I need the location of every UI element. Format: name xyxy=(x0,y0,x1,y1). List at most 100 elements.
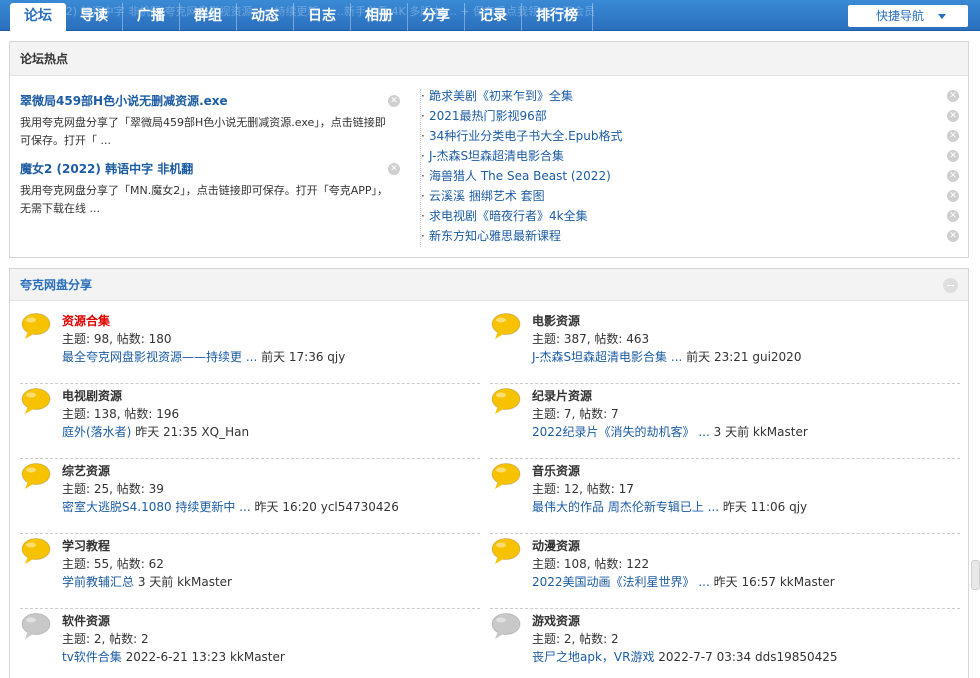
board-bubble-icon xyxy=(20,612,52,640)
hot-featured-item: 魔女2 (2022) 韩语中字 非机翻 我用夸克网盘分享了「MN.魔女2」，点击… xyxy=(20,160,400,218)
last-post-link[interactable]: 2022纪录片《消失的劫机客》 ... xyxy=(532,425,710,439)
board-stats: 主题: 387, 帖数: 463 xyxy=(532,332,650,346)
hot-link-item[interactable]: J-杰森S坦森超清电影合集 ✕ xyxy=(421,146,961,166)
hot-link-text[interactable]: 2021最热门影视96部 xyxy=(429,109,547,123)
board-name[interactable]: 电视剧资源 xyxy=(62,387,122,405)
last-post-meta: 昨天 21:35 XQ_Han xyxy=(131,425,250,439)
forum-hot-panel: 论坛热点 翠微局459部H色小说无删减资源.exe 我用夸克网盘分享了「翠微局4… xyxy=(9,41,969,258)
hot-link-text[interactable]: 求电视剧《暗夜行者》4k全集 xyxy=(429,209,588,223)
tab-broadcast[interactable]: 广播 xyxy=(123,3,180,31)
board-last-post: 最伟大的作品 周杰伦新专辑已上 ... 昨天 11:06 qjy xyxy=(532,498,807,516)
board-name[interactable]: 音乐资源 xyxy=(532,462,580,480)
hot-featured-desc: 我用夸克网盘分享了「MN.魔女2」，点击链接即可保存。打开「夸克APP」，无需下… xyxy=(20,184,389,215)
board-last-post: 庭外(落水者) 昨天 21:35 XQ_Han xyxy=(62,423,249,441)
hot-link-text[interactable]: 海兽猎人 The Sea Beast (2022) xyxy=(429,169,611,183)
hot-link-item[interactable]: 34种行业分类电子书大全.Epub格式 ✕ xyxy=(421,126,961,146)
quick-nav-dropdown[interactable]: 快捷导航 xyxy=(848,5,968,27)
hot-link-text[interactable]: 34种行业分类电子书大全.Epub格式 xyxy=(429,129,623,143)
board-bubble-icon xyxy=(20,462,52,490)
board-name[interactable]: 资源合集 xyxy=(62,312,110,330)
close-icon[interactable]: ✕ xyxy=(947,190,959,202)
hot-link-item[interactable]: 云溪溪 捆绑艺术 套图 ✕ xyxy=(421,186,961,206)
tab-activity[interactable]: 动态 xyxy=(237,3,294,31)
board-bubble-icon xyxy=(490,387,522,415)
board-stats: 主题: 98, 帖数: 180 xyxy=(62,332,172,346)
board-bubble-icon xyxy=(490,612,522,640)
close-icon[interactable]: ✕ xyxy=(947,130,959,142)
close-icon[interactable]: ✕ xyxy=(947,230,959,242)
close-icon[interactable]: ✕ xyxy=(947,110,959,122)
board-name[interactable]: 动漫资源 xyxy=(532,537,580,555)
tab-guide[interactable]: 导读 xyxy=(66,3,123,31)
collapse-icon[interactable] xyxy=(943,278,958,293)
last-post-meta: 前天 17:36 qjy xyxy=(257,350,346,364)
last-post-link[interactable]: 最伟大的作品 周杰伦新专辑已上 ... xyxy=(532,500,719,514)
last-post-link[interactable]: 学前教辅汇总 xyxy=(62,575,134,589)
close-icon[interactable]: ✕ xyxy=(947,170,959,182)
board-stats: 主题: 7, 帖数: 7 xyxy=(532,407,619,421)
tab-forum[interactable]: 论坛 xyxy=(10,3,66,31)
last-post-link[interactable]: tv软件合集 xyxy=(62,650,122,664)
board-name[interactable]: 游戏资源 xyxy=(532,612,580,630)
tab-share[interactable]: 分享 xyxy=(408,3,465,31)
tab-records[interactable]: 记录 xyxy=(465,3,522,31)
board-name[interactable]: 纪录片资源 xyxy=(532,387,592,405)
last-post-link[interactable]: J-杰森S坦森超清电影合集 ... xyxy=(532,350,682,364)
board-name[interactable]: 电影资源 xyxy=(532,312,580,330)
hot-link-text[interactable]: J-杰森S坦森超清电影合集 xyxy=(429,149,564,163)
close-icon[interactable]: ✕ xyxy=(947,90,959,102)
board-item: 纪录片资源主题: 7, 帖数: 7 2022纪录片《消失的劫机客》 ... 3 天… xyxy=(490,384,960,459)
close-icon[interactable]: ✕ xyxy=(388,95,400,107)
hot-link-text[interactable]: 跪求美剧《初来乍到》全集 xyxy=(429,89,573,103)
board-name[interactable]: 综艺资源 xyxy=(62,462,110,480)
close-icon[interactable]: ✕ xyxy=(947,210,959,222)
tab-journal[interactable]: 日志 xyxy=(294,3,351,31)
board-grid: 资源合集主题: 98, 帖数: 180 最全夸克网盘影视资源——持续更 ... 前… xyxy=(20,309,960,678)
hot-panel-title: 论坛热点 xyxy=(10,42,968,76)
hot-featured-title[interactable]: 翠微局459部H色小说无删减资源.exe xyxy=(20,92,390,110)
last-post-meta: 昨天 11:06 qjy xyxy=(719,500,808,514)
board-stats: 主题: 2, 帖数: 2 xyxy=(532,632,619,646)
hot-link-text[interactable]: 云溪溪 捆绑艺术 套图 xyxy=(429,189,545,203)
tab-groups[interactable]: 群组 xyxy=(180,3,237,31)
board-stats: 主题: 138, 帖数: 196 xyxy=(62,407,180,421)
board-bubble-icon xyxy=(490,312,522,340)
category-title[interactable]: 夸克网盘分享 xyxy=(20,278,92,292)
hot-link-item[interactable]: 海兽猎人 The Sea Beast (2022) ✕ xyxy=(421,166,961,186)
board-last-post: 2022纪录片《消失的劫机客》 ... 3 天前 kkMaster xyxy=(532,423,808,441)
last-post-link[interactable]: 最全夸克网盘影视资源——持续更 ... xyxy=(62,350,257,364)
last-post-link[interactable]: 密室大逃脱S4.1080 持续更新中 ... xyxy=(62,500,251,514)
board-stats: 主题: 12, 帖数: 17 xyxy=(532,482,634,496)
board-bubble-icon xyxy=(20,387,52,415)
hot-link-item[interactable]: 跪求美剧《初来乍到》全集 ✕ xyxy=(421,86,961,106)
top-navbar: 2 (2022) 韩语中字 非机翻 夸克网盘影视资源——持续更新 ……新手必看 … xyxy=(0,0,980,31)
hot-featured-title[interactable]: 魔女2 (2022) 韩语中字 非机翻 xyxy=(20,160,390,178)
board-item: 游戏资源主题: 2, 帖数: 2 丧尸之地apk，VR游戏 2022-7-7 03… xyxy=(490,609,960,678)
main-nav-tabs: 论坛 导读 广播 群组 动态 日志 相册 分享 记录 排行榜 xyxy=(10,3,593,31)
board-name[interactable]: 软件资源 xyxy=(62,612,110,630)
board-item: 电影资源 主题: 387, 帖数: 463 J-杰森S坦森超清电影合集 ... 前天… xyxy=(490,309,960,384)
board-name[interactable]: 学习教程 xyxy=(62,537,110,555)
tab-ranking[interactable]: 排行榜 xyxy=(522,3,593,31)
category-header: 夸克网盘分享 xyxy=(10,269,968,301)
board-bubble-icon xyxy=(20,537,52,565)
hot-link-item[interactable]: 新东方知心雅思最新课程 ✕ xyxy=(421,226,961,246)
board-last-post: 丧尸之地apk，VR游戏 2022-7-7 03:34 dds19850425 xyxy=(532,648,838,666)
hot-link-item[interactable]: 2021最热门影视96部 ✕ xyxy=(421,106,961,126)
board-item: 音乐资源主题: 12, 帖数: 17 最伟大的作品 周杰伦新专辑已上 ... 昨天… xyxy=(490,459,960,534)
board-stats: 主题: 108, 帖数: 122 xyxy=(532,557,650,571)
close-icon[interactable]: ✕ xyxy=(947,150,959,162)
hot-featured-list: 翠微局459部H色小说无删减资源.exe 我用夸克网盘分享了「翠微局459部H色… xyxy=(20,92,400,228)
last-post-link[interactable]: 庭外(落水者) xyxy=(62,425,131,439)
hot-link-item[interactable]: 求电视剧《暗夜行者》4k全集 ✕ xyxy=(421,206,961,226)
tab-album[interactable]: 相册 xyxy=(351,3,408,31)
hot-link-text[interactable]: 新东方知心雅思最新课程 xyxy=(429,229,561,243)
scrollbar-handle[interactable] xyxy=(971,560,980,590)
last-post-link[interactable]: 丧尸之地apk，VR游戏 xyxy=(532,650,654,664)
last-post-meta: 昨天 16:57 kkMaster xyxy=(709,575,835,589)
board-stats: 主题: 2, 帖数: 2 xyxy=(62,632,149,646)
close-icon[interactable]: ✕ xyxy=(388,163,400,175)
board-last-post: 最全夸克网盘影视资源——持续更 ... 前天 17:36 qjy xyxy=(62,348,345,366)
last-post-link[interactable]: 2022美国动画《法利星世界》 ... xyxy=(532,575,710,589)
quick-nav-label: 快捷导航 xyxy=(876,9,925,23)
